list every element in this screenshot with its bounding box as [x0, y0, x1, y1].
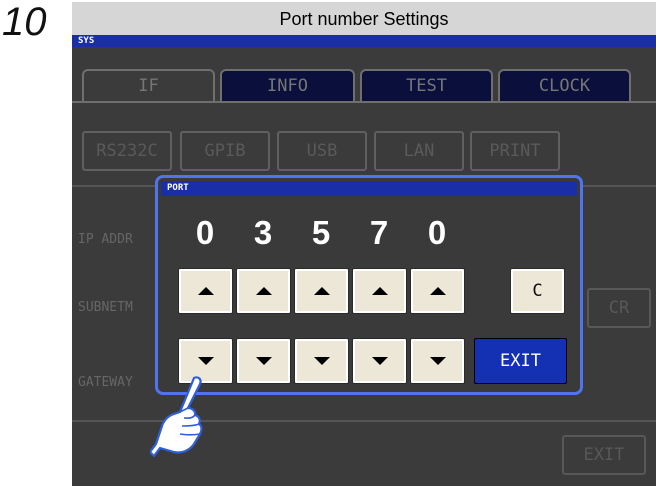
tab-test[interactable]: TEST: [360, 69, 493, 101]
digit-4-down-button[interactable]: [352, 338, 407, 384]
cr-button[interactable]: CR: [587, 288, 651, 328]
arrow-down-icon: [313, 357, 330, 365]
gateway-label: GATEWAY: [78, 375, 133, 390]
port-digit: 5: [311, 214, 331, 251]
digit-2-down-button[interactable]: [236, 338, 291, 384]
step-number: 10: [2, 0, 47, 44]
digit-5-down-button[interactable]: [410, 338, 465, 384]
interface-gpib-button[interactable]: GPIB: [180, 131, 270, 171]
system-title: SYS: [78, 36, 95, 46]
interface-print-button[interactable]: PRINT: [470, 131, 560, 171]
dialog-title: PORT: [167, 183, 189, 193]
digit-5-up-button[interactable]: [410, 268, 465, 314]
tab-clock[interactable]: CLOCK: [498, 69, 631, 101]
digit-1-up-button[interactable]: [178, 268, 233, 314]
tab-if[interactable]: IF: [82, 69, 215, 101]
digit-4-up-button[interactable]: [352, 268, 407, 314]
arrow-up-icon: [371, 287, 388, 295]
port-digit: 7: [369, 214, 389, 251]
arrow-up-icon: [197, 287, 214, 295]
caption-title: Port number Settings: [279, 9, 449, 29]
arrow-down-icon: [197, 357, 214, 365]
digit-3-up-button[interactable]: [294, 268, 349, 314]
digit-2-up-button[interactable]: [236, 268, 291, 314]
interface-rs232c-button[interactable]: RS232C: [82, 131, 172, 171]
ip-address-label: IP ADDR: [78, 232, 133, 247]
tab-underline: [72, 101, 656, 103]
port-dialog: PORT 0 3 5 7 0 C EXIT: [155, 175, 583, 395]
clear-button[interactable]: C: [510, 268, 565, 314]
system-title-bar: SYS: [72, 35, 656, 47]
caption-bar: Port number Settings: [72, 2, 656, 35]
subnet-mask-label: SUBNETM: [78, 300, 133, 315]
port-digit: 3: [253, 214, 273, 251]
interface-lan-button[interactable]: LAN: [374, 131, 464, 171]
digit-3-down-button[interactable]: [294, 338, 349, 384]
tab-info[interactable]: INFO: [220, 69, 355, 101]
port-digit: 0: [427, 214, 447, 251]
screen-exit-button[interactable]: EXIT: [562, 435, 646, 475]
arrow-down-icon: [255, 357, 272, 365]
arrow-up-icon: [429, 287, 446, 295]
arrow-down-icon: [429, 357, 446, 365]
arrow-down-icon: [371, 357, 388, 365]
arrow-up-icon: [313, 287, 330, 295]
interface-usb-button[interactable]: USB: [277, 131, 367, 171]
arrow-up-icon: [255, 287, 272, 295]
port-digit: 0: [195, 214, 215, 251]
dialog-title-bar: PORT: [161, 181, 577, 196]
pointing-hand-icon: [150, 376, 203, 458]
dialog-exit-button[interactable]: EXIT: [474, 338, 567, 384]
